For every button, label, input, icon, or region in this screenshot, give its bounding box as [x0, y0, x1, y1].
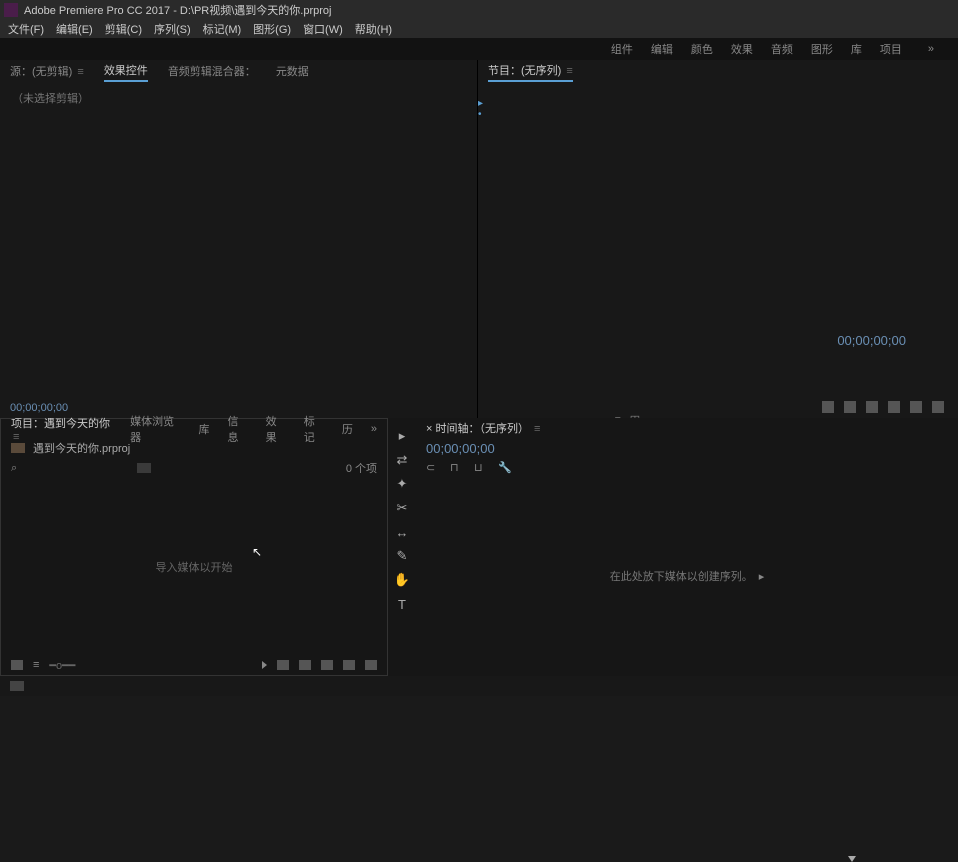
tab-metadata[interactable]: 元数据 — [276, 63, 309, 81]
ws-audio[interactable]: 音频 — [771, 41, 793, 57]
tab-project-label: 项目：遇到今天的你 — [11, 418, 110, 430]
ws-graphics[interactable]: 图形 — [811, 41, 833, 57]
project-tabs: 项目：遇到今天的你 ≡ 媒体浏览器 库 信息 效果 标记 历 » — [1, 419, 387, 439]
step-back-icon[interactable] — [866, 401, 878, 413]
search-icon[interactable]: ⌕ — [11, 462, 17, 475]
tab-timeline-label: × 时间轴：（无序列） — [426, 423, 529, 435]
ws-editing[interactable]: 编辑 — [651, 41, 673, 57]
slip-tool-icon[interactable]: ↔ — [394, 524, 410, 540]
delete-icon[interactable] — [365, 660, 377, 670]
marker-out-icon[interactable] — [844, 401, 856, 413]
timeline-arrow-icon: ▸ — [759, 570, 765, 583]
project-bin[interactable]: 导入媒体以开始 — [1, 479, 387, 655]
timeline-timecode[interactable]: 00;00;00;00 — [416, 438, 958, 458]
close-icon[interactable]: ≡ — [77, 66, 83, 78]
ws-libraries[interactable]: 库 — [851, 41, 862, 57]
snap-icon[interactable]: ⊂ — [426, 461, 438, 473]
new-bin-icon[interactable] — [299, 660, 311, 670]
program-tabs: 节目：(无序列) ≡ — [478, 60, 958, 84]
project-panel: 项目：遇到今天的你 ≡ 媒体浏览器 库 信息 效果 标记 历 » 遇到今天的你.… — [0, 418, 388, 676]
project-info-row: 遇到今天的你.prproj — [1, 439, 387, 457]
program-panel: 节目：(无序列) ≡ 00;00;00;00 — [478, 60, 958, 418]
menu-window[interactable]: 窗口(W) — [303, 21, 343, 37]
program-body: 00;00;00;00 — [478, 84, 958, 396]
razor-tool-icon[interactable]: ✂ — [394, 500, 410, 516]
tab-effect-controls[interactable]: 效果控件 — [104, 62, 148, 82]
view-toggle-icon[interactable]: ≡ — [33, 659, 39, 671]
timeline-tabs: × 时间轴：（无序列） ≡ — [416, 418, 958, 438]
find-icon[interactable] — [277, 660, 289, 670]
tab-libraries[interactable]: 库 — [198, 421, 209, 437]
marker-icon[interactable]: ⊔ — [474, 461, 486, 473]
menu-graphics[interactable]: 图形(G) — [253, 21, 291, 37]
ws-assembly[interactable]: 组件 — [611, 41, 633, 57]
project-tabs-overflow-icon[interactable]: » — [371, 423, 377, 435]
ws-effects[interactable]: 效果 — [731, 41, 753, 57]
source-body: （未选择剪辑） ▸• — [0, 84, 477, 398]
audio-meter-icon[interactable] — [10, 681, 24, 691]
track-select-tool-icon[interactable]: ⇄ — [394, 452, 410, 468]
project-empty-hint: 导入媒体以开始 — [156, 559, 233, 575]
marker-in-icon[interactable] — [822, 401, 834, 413]
list-view-icon[interactable] — [11, 660, 23, 670]
zoom-slider[interactable]: ━o━━ — [49, 659, 75, 672]
clear-icon[interactable] — [343, 660, 355, 670]
timeline-body[interactable]: 在此处放下媒体以创建序列。 ▸ — [416, 476, 958, 676]
source-tabs: 源：(无剪辑) ≡ 效果控件 音频剪辑混合器： 元数据 — [0, 60, 477, 84]
play-icon[interactable] — [888, 401, 900, 413]
timeline-menu-icon[interactable]: ≡ — [534, 423, 540, 435]
menu-sequence[interactable]: 序列(S) — [154, 21, 191, 37]
export-frame-icon[interactable] — [932, 401, 944, 413]
tab-source-label: 源：(无剪辑) — [10, 66, 72, 78]
bin-filter-icon[interactable] — [137, 463, 151, 473]
upper-panels: 源：(无剪辑) ≡ 效果控件 音频剪辑混合器： 元数据 （未选择剪辑） ▸• 0… — [0, 60, 958, 418]
ws-project[interactable]: 项目 — [880, 41, 902, 57]
type-tool-icon[interactable]: T — [394, 596, 410, 612]
linked-sel-icon[interactable]: ⊓ — [450, 461, 462, 473]
source-empty-text: （未选择剪辑） — [0, 84, 477, 112]
tab-source[interactable]: 源：(无剪辑) ≡ — [10, 63, 84, 81]
selection-tool-icon[interactable]: ▸ — [394, 428, 410, 444]
program-menu-icon[interactable]: ≡ — [566, 65, 572, 77]
project-item-count: 0 个项 — [346, 460, 377, 476]
tab-program[interactable]: 节目：(无序列) ≡ — [488, 62, 573, 82]
menu-clip[interactable]: 剪辑(C) — [105, 21, 142, 37]
project-filename: 遇到今天的你.prproj — [33, 440, 130, 456]
tab-timeline[interactable]: × 时间轴：（无序列） ≡ — [426, 420, 540, 436]
step-fwd-icon[interactable] — [910, 401, 922, 413]
project-file-icon — [11, 443, 25, 453]
project-toolbar: ⌕ 0 个项 — [1, 457, 387, 479]
dropdown-icon[interactable] — [848, 856, 856, 862]
menu-markers[interactable]: 标记(M) — [203, 21, 242, 37]
program-timecode[interactable]: 00;00;00;00 — [837, 333, 906, 348]
tab-program-label: 节目：(无序列) — [488, 65, 561, 77]
automate-icon[interactable] — [262, 661, 267, 669]
audio-meter-strip — [0, 676, 958, 696]
menubar: 文件(F) 编辑(E) 剪辑(C) 序列(S) 标记(M) 图形(G) 窗口(W… — [0, 20, 958, 38]
menu-help[interactable]: 帮助(H) — [355, 21, 392, 37]
app-title: Adobe Premiere Pro CC 2017 - D:\PR视频\遇到今… — [24, 2, 331, 18]
wrench-icon[interactable]: 🔧 — [498, 461, 510, 473]
new-item-icon[interactable] — [321, 660, 333, 670]
ws-color[interactable]: 颜色 — [691, 41, 713, 57]
titlebar: Adobe Premiere Pro CC 2017 - D:\PR视频\遇到今… — [0, 0, 958, 20]
timeline-panel: × 时间轴：（无序列） ≡ 00;00;00;00 ⊂ ⊓ ⊔ 🔧 在此处放下媒… — [416, 418, 958, 676]
pen-tool-icon[interactable]: ✎ — [394, 548, 410, 564]
premiere-logo-icon — [4, 3, 18, 17]
project-footer: ≡ ━o━━ — [1, 655, 387, 675]
tab-history[interactable]: 历 — [342, 421, 353, 437]
menu-file[interactable]: 文件(F) — [8, 21, 44, 37]
source-panel: 源：(无剪辑) ≡ 效果控件 音频剪辑混合器： 元数据 （未选择剪辑） ▸• 0… — [0, 60, 478, 418]
tab-audio-mixer[interactable]: 音频剪辑混合器： — [168, 63, 256, 81]
menu-edit[interactable]: 编辑(E) — [56, 21, 93, 37]
ws-overflow-icon[interactable]: » — [928, 43, 934, 55]
lower-panels: 项目：遇到今天的你 ≡ 媒体浏览器 库 信息 效果 标记 历 » 遇到今天的你.… — [0, 418, 958, 676]
tools-panel: ▸ ⇄ ✦ ✂ ↔ ✎ ✋ T — [388, 418, 416, 676]
hand-tool-icon[interactable]: ✋ — [394, 572, 410, 588]
workspace-bar: 组件 编辑 颜色 效果 音频 图形 库 项目 » — [0, 38, 958, 60]
timeline-header-icons: ⊂ ⊓ ⊔ 🔧 — [416, 458, 958, 476]
ripple-edit-tool-icon[interactable]: ✦ — [394, 476, 410, 492]
timeline-drop-hint: 在此处放下媒体以创建序列。 — [610, 568, 753, 584]
program-transport — [478, 396, 958, 418]
